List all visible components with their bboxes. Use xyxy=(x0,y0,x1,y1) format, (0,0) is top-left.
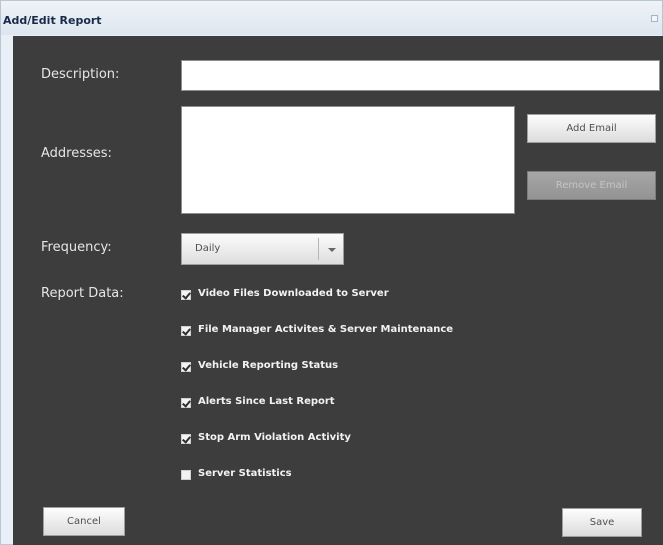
checkbox[interactable] xyxy=(181,362,191,372)
checkbox[interactable] xyxy=(181,326,191,336)
checkbox[interactable] xyxy=(181,434,191,444)
dialog-titlebar[interactable]: Add/Edit Report xyxy=(1,1,662,35)
select-divider xyxy=(318,238,319,260)
description-label: Description: xyxy=(41,67,120,82)
add-email-button[interactable]: Add Email xyxy=(527,114,656,143)
frequency-value: Daily xyxy=(195,243,221,254)
report-item-label: Server Statistics xyxy=(198,468,292,479)
report-item-label: Stop Arm Violation Activity xyxy=(198,432,351,443)
report-item-label: File Manager Activites & Server Maintena… xyxy=(198,324,454,335)
checkbox[interactable] xyxy=(181,470,191,480)
report-data-label: Report Data: xyxy=(41,286,124,301)
add-edit-report-dialog: Add/Edit Report Description: Addresses: … xyxy=(0,0,663,545)
cancel-button[interactable]: Cancel xyxy=(43,507,125,536)
checkbox[interactable] xyxy=(181,290,191,300)
addresses-label: Addresses: xyxy=(41,146,112,161)
save-button[interactable]: Save xyxy=(562,508,642,537)
checkbox[interactable] xyxy=(181,398,191,408)
dialog-title: Add/Edit Report xyxy=(3,14,102,27)
report-item-label: Vehicle Reporting Status xyxy=(198,360,339,371)
report-item-label: Alerts Since Last Report xyxy=(198,396,335,407)
report-item-label: Video Files Downloaded to Server xyxy=(198,288,389,299)
remove-email-button[interactable]: Remove Email xyxy=(527,171,656,200)
frequency-select[interactable]: Daily xyxy=(181,233,344,265)
description-field[interactable] xyxy=(181,60,660,91)
addresses-field[interactable] xyxy=(181,106,515,214)
chevron-down-icon[interactable] xyxy=(328,248,336,252)
frequency-label: Frequency: xyxy=(41,240,112,255)
dialog-body: Description: Addresses: Add Email Remove… xyxy=(13,36,663,545)
close-icon[interactable] xyxy=(651,15,658,22)
